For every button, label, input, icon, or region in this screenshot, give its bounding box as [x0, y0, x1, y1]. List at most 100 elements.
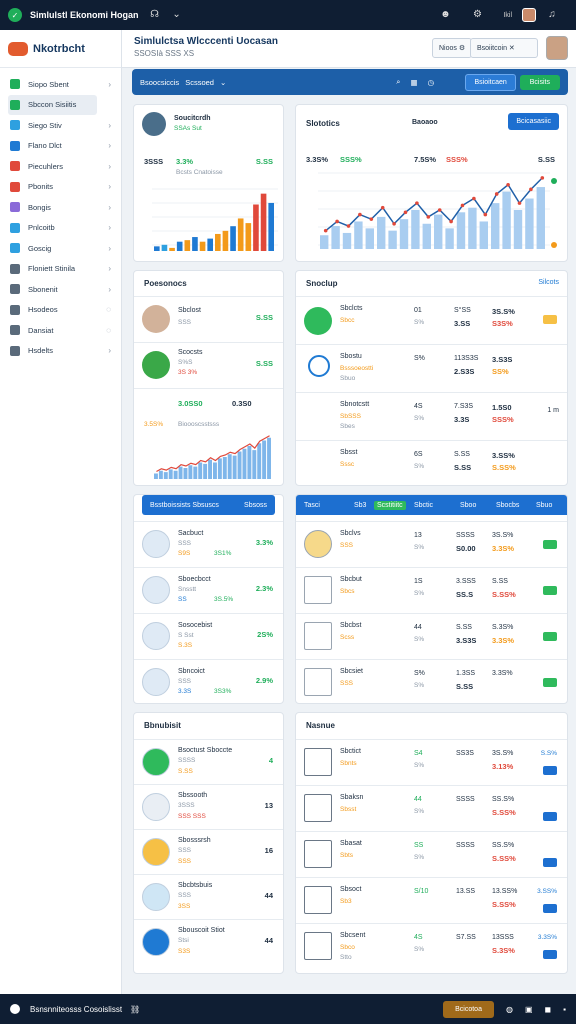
link-icon[interactable]: ⛓	[130, 1005, 140, 1014]
globe-icon[interactable]: ◍	[506, 1005, 513, 1014]
page-header: Simlulctsa Wlcccenti Uocasan SSOSIà SSS …	[122, 30, 576, 68]
header-button-1[interactable]: Nioos ⚙	[432, 38, 473, 58]
person-avatar	[142, 305, 170, 333]
item-value: 44	[264, 936, 273, 945]
header-button-2[interactable]: Bsoiitcoin ✕	[470, 38, 538, 58]
column-header[interactable]: Sbocbs	[496, 502, 519, 509]
bar	[257, 443, 262, 479]
table-row[interactable]: Sbctict Sbnts S4 S% SS3S 3S.S% 3.13% S.S%	[296, 739, 567, 785]
card-action-button[interactable]: Bcicasasiic	[508, 113, 559, 130]
table-header: Tasci Sb3 Scstitiitc Sbctic Sboo Sbocbs Sbuo	[296, 495, 567, 515]
sidebar-item[interactable]: Sbonenit ›	[0, 279, 121, 300]
notification-icon[interactable]: ◼	[545, 1005, 552, 1014]
filter-bar: Bsoocsiccis Scssoed ⌄ ⌕ ▦ ◷ Bsioitcaen B…	[132, 69, 568, 95]
table-row[interactable]: Sbcbst Scss 44 S% S.SS 3.S3S S.3S% 3.3S%	[296, 613, 567, 659]
menu-icon[interactable]: ▪	[563, 1005, 566, 1014]
list-item[interactable]: Bsoctust Sboccte SSSS S.SS 4	[134, 739, 283, 784]
headset-icon[interactable]: ☊	[149, 9, 161, 21]
item-name: Sbncoict	[178, 668, 205, 675]
bell-icon[interactable]: ♫	[546, 9, 558, 21]
col-e: 3.SS	[454, 319, 471, 328]
sidebar-item[interactable]: Siego Stiv ›	[0, 115, 121, 136]
settings-icon[interactable]: ⚙	[471, 9, 483, 21]
sidebar-item[interactable]: Pnlcoitb ›	[0, 218, 121, 239]
row-icon	[308, 355, 330, 377]
app-title: Simlulstl Ekonomi Hogan	[30, 10, 139, 20]
list-item[interactable]: Sboecbcct Snsstt SS 3S.5% 2.3%	[134, 567, 283, 613]
column-header[interactable]: Tasci	[304, 502, 320, 509]
list-item[interactable]: Sbouscoit Stiot Stsi S3S 44	[134, 919, 283, 964]
list-item[interactable]: Sbncoict SSS 3.3S 3S3% 2.9%	[134, 659, 283, 703]
search-icon[interactable]: ⌕	[396, 77, 400, 87]
list-item[interactable]: Scocsts S%S 3S 3% S.SS	[134, 342, 283, 388]
col-c: SSSS	[456, 796, 475, 803]
item-value: 13	[264, 801, 273, 810]
sidebar-item[interactable]: Hsodeos ◌	[0, 300, 121, 321]
data-point	[483, 212, 488, 217]
list-item[interactable]: Sacbuct SSS S9S 3S1% 3.3%	[134, 521, 283, 567]
sidebar-item[interactable]: Piecuhlers ›	[0, 156, 121, 177]
table-row[interactable]: Sbaksn Sbsst 44 S% SSSS SS.S% S.SS%	[296, 785, 567, 831]
column-header[interactable]: Sb3	[354, 502, 366, 509]
table-row[interactable]: Sbclvs SSS 13 S% SSSS S0.00 3S.S% 3.3S%	[296, 521, 567, 567]
table-row[interactable]: Sbclcts Sbcc 01 S% S°SS 3.SS 3S.S% S3S%	[296, 296, 567, 344]
header-avatar[interactable]	[546, 36, 568, 60]
item-name: Sbcbtsbuis	[178, 882, 213, 889]
sidebar-item-label: Pnlcoitb	[28, 223, 55, 233]
table-row[interactable]: Sbcsent Sbco Stto 4S S% S7.SS 13SSS S.3S% 3.3S%	[296, 923, 567, 969]
column-header[interactable]: Sbctic	[414, 502, 433, 509]
stat-3: 7.5S%	[414, 155, 437, 164]
list-item[interactable]: Sbcbtsbuis SSS 3SS 44	[134, 874, 283, 919]
filter-button[interactable]: Bsioitcaen	[465, 73, 516, 91]
status-badge	[543, 904, 557, 913]
list-item[interactable]: Sbclost SSS S.SS	[134, 296, 283, 342]
column-header[interactable]: Scstitiitc	[374, 500, 406, 510]
sidebar-item[interactable]: Dansiat ◌	[0, 320, 121, 341]
sidebar-item[interactable]: Bongis ›	[0, 197, 121, 218]
sidebar-item-icon	[10, 202, 20, 213]
list-item[interactable]: Sosocebist S Sst S.3S 2S%	[134, 613, 283, 659]
col-a: 4S	[414, 934, 423, 941]
list-item[interactable]: Sbosssrsh SSS SSS 16	[134, 829, 283, 874]
apply-button[interactable]: Bcisits	[519, 74, 560, 90]
user-avatar[interactable]	[522, 8, 536, 22]
filter-value[interactable]: Scssoed	[185, 78, 214, 87]
column-header[interactable]: Sboo	[460, 502, 476, 509]
sidebar-item[interactable]: Siopo Sbent ›	[0, 74, 121, 95]
table-row[interactable]: Sbasat Sbts SS S% SSSS SS.S% S.SS%	[296, 831, 567, 877]
clock-icon[interactable]: ◷	[428, 78, 435, 87]
chevron-down-icon[interactable]: ⌄	[220, 78, 226, 87]
card-header-button[interactable]: Sbsoss	[244, 502, 267, 509]
bar	[365, 228, 374, 249]
card-link[interactable]: Silcots	[538, 279, 559, 286]
sidebar-item[interactable]: Flano Dlct ›	[0, 136, 121, 157]
table-row[interactable]: Sbcsiet SSS S% S% 1.3SS S.SS 3.3S%	[296, 659, 567, 703]
app-logo-icon[interactable]: ✓	[8, 8, 22, 22]
item-sub: 3SSS	[178, 802, 195, 809]
table-row[interactable]: Sbcbut Sbcs 1S S% 3.SSS SS.S S.SS S.SS%	[296, 567, 567, 613]
sidebar-item[interactable]: Sbccon Sisiitis	[8, 94, 97, 115]
footer-button[interactable]: Bcicotoa	[443, 1000, 494, 1018]
sidebar-item[interactable]: Pbonits ›	[0, 177, 121, 198]
row-sub: Sbcc	[340, 317, 355, 324]
marker-dot	[551, 178, 557, 184]
grid-icon[interactable]: ▦	[410, 78, 417, 87]
table-row[interactable]: Sbostu Bsssoeostti Sbuo S% 113S3S 2.S3S 3.S3S S…	[296, 344, 567, 392]
row-name: Sbcsent	[340, 932, 366, 939]
sidebar-item[interactable]: Floniett Stinila ›	[0, 259, 121, 280]
chat-icon[interactable]: ▣	[525, 1005, 533, 1014]
sidebar-item[interactable]: Goscig ›	[0, 238, 121, 259]
column-header[interactable]: Sbuo	[536, 502, 552, 509]
bar	[502, 191, 511, 249]
table-row[interactable]: Sbsst Sssc 6S S% S.SS S.SS 3.SS% S.SS%	[296, 440, 567, 485]
status-badge	[543, 950, 557, 959]
item-value: 44	[264, 891, 273, 900]
person-sub: SSS	[178, 319, 192, 326]
table-row[interactable]: Sbsoct Sb3 S/10 13.SS 13.SS% S.SS% 3.SS%	[296, 877, 567, 923]
chevron-down-icon[interactable]: ⌄	[171, 9, 183, 21]
avatar-icon[interactable]: ☻	[439, 9, 451, 21]
sidebar-item[interactable]: Hsdelts ›	[0, 341, 121, 362]
table-row[interactable]: Sbnotcstt SbSSS Sbes 4S S% 7.S3S 3.3S 1.5S0 SSS%…	[296, 392, 567, 440]
list-item[interactable]: Sbssooth 3SSS SSS SSS 13	[134, 784, 283, 829]
sidebar-item-label: Hsdelts	[28, 346, 54, 356]
